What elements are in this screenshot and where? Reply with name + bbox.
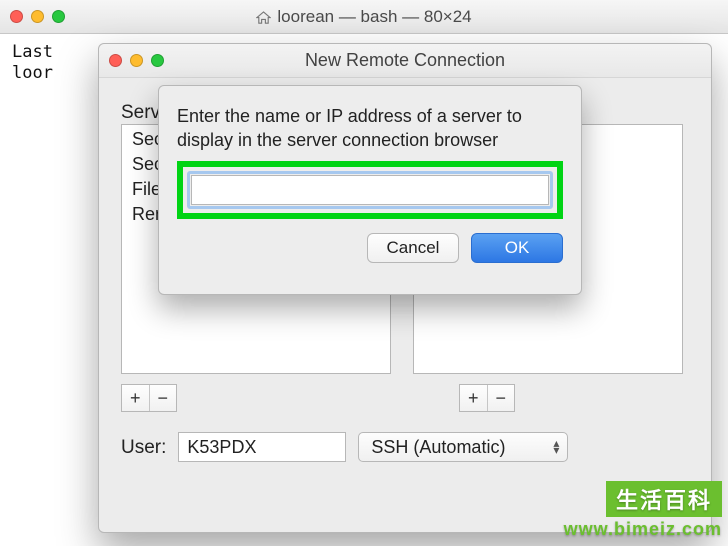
nrc-traffic-lights xyxy=(109,54,164,67)
remove-server-button[interactable]: − xyxy=(488,385,515,411)
highlight-box xyxy=(177,161,563,219)
watermark-title: 生活百科 xyxy=(606,481,722,517)
close-icon[interactable] xyxy=(109,54,122,67)
terminal-traffic-lights xyxy=(10,10,65,23)
nrc-titlebar: New Remote Connection xyxy=(99,44,711,78)
protocol-value: SSH (Automatic) xyxy=(371,437,505,458)
close-icon[interactable] xyxy=(10,10,23,23)
remove-service-button[interactable]: − xyxy=(150,385,177,411)
protocol-dropdown[interactable]: SSH (Automatic) ▴▾ xyxy=(358,432,568,462)
sheet-buttons: Cancel OK xyxy=(177,233,563,263)
minimize-icon[interactable] xyxy=(130,54,143,67)
add-server-button[interactable]: + xyxy=(460,385,488,411)
terminal-titlebar: loorean — bash — 80×24 xyxy=(0,0,728,34)
server-address-sheet: Enter the name or IP address of a server… xyxy=(158,85,582,295)
add-service-button[interactable]: + xyxy=(122,385,150,411)
minimize-icon[interactable] xyxy=(31,10,44,23)
sheet-message: Enter the name or IP address of a server… xyxy=(177,104,563,153)
terminal-title: loorean — bash — 80×24 xyxy=(10,7,718,27)
ok-button[interactable]: OK xyxy=(471,233,563,263)
service-plus-minus: + − xyxy=(121,384,177,412)
user-label: User: xyxy=(121,435,166,459)
nrc-title: New Remote Connection xyxy=(305,50,505,71)
zoom-icon[interactable] xyxy=(52,10,65,23)
chevron-up-down-icon: ▴▾ xyxy=(553,440,559,454)
home-icon xyxy=(256,10,271,24)
user-field[interactable] xyxy=(178,432,346,462)
terminal-title-text: loorean — bash — 80×24 xyxy=(277,7,471,27)
server-plus-minus: + − xyxy=(459,384,515,412)
watermark: 生活百科 www.bimeiz.com xyxy=(564,481,722,540)
focus-ring xyxy=(187,171,553,209)
zoom-icon[interactable] xyxy=(151,54,164,67)
cancel-button[interactable]: Cancel xyxy=(367,233,459,263)
server-address-input[interactable] xyxy=(191,175,549,205)
watermark-url: www.bimeiz.com xyxy=(564,519,722,540)
